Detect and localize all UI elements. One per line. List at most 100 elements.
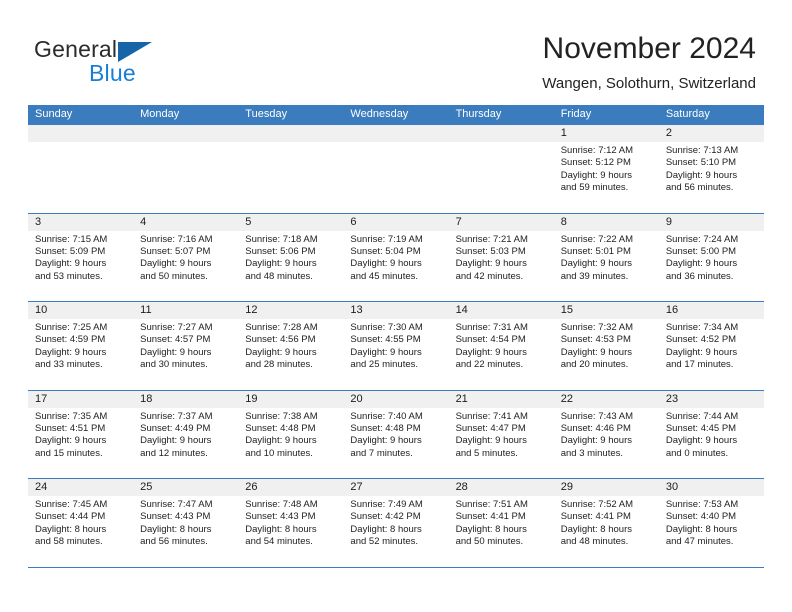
- day-number: 28: [455, 481, 468, 493]
- sunset-text: Sunset: 4:48 PM: [350, 422, 421, 434]
- page-subtitle: Wangen, Solothurn, Switzerland: [542, 75, 756, 92]
- day-cell[interactable]: 12 Sunrise: 7:28 AM Sunset: 4:56 PM Dayligh…: [238, 302, 344, 390]
- sunrise-text: Sunrise: 7:13 AM: [665, 145, 739, 156]
- sunrise-text: Sunrise: 7:34 AM: [665, 322, 739, 333]
- day-number-band: 30: [658, 479, 764, 496]
- day-cell[interactable]: 16 Sunrise: 7:34 AM Sunset: 4:52 PM Dayligh…: [658, 302, 764, 390]
- sunset-text: Sunset: 4:54 PM: [455, 334, 526, 346]
- sunset-text: Sunset: 4:40 PM: [665, 511, 737, 523]
- weekday-wednesday: Wednesday: [350, 108, 409, 120]
- day-info: Sunrise: 7:41 AM Sunset: 4:47 PM Daylight:…: [449, 408, 554, 461]
- daylight-text-line1: Daylight: 9 hours: [665, 435, 738, 447]
- weeks-container: 1 Sunrise: 7:12 AM Sunset: 5:12 PM Daylight…: [28, 124, 764, 568]
- daylight-text-line2: and 58 minutes.: [35, 536, 103, 548]
- day-cell[interactable]: 10 Sunrise: 7:25 AM Sunset: 4:59 PM Dayligh…: [28, 302, 134, 390]
- daylight-text-line2: and 45 minutes.: [350, 270, 419, 282]
- sunrise-text: Sunrise: 7:12 AM: [560, 145, 634, 156]
- day-cell[interactable]: 15 Sunrise: 7:32 AM Sunset: 4:53 PM Dayligh…: [553, 302, 659, 390]
- day-info: Sunrise: 7:19 AM Sunset: 5:04 PM Daylight:…: [343, 231, 448, 284]
- logo-triangle-icon: [118, 42, 152, 62]
- day-cell[interactable]: 11 Sunrise: 7:27 AM Sunset: 4:57 PM Dayligh…: [133, 302, 239, 390]
- week-row: 1 Sunrise: 7:12 AM Sunset: 5:12 PM Daylight…: [28, 124, 764, 213]
- day-cell[interactable]: 18 Sunrise: 7:37 AM Sunset: 4:49 PM Dayligh…: [133, 390, 239, 478]
- day-cell[interactable]: 14 Sunrise: 7:31 AM Sunset: 4:54 PM Dayligh…: [448, 302, 554, 390]
- daylight-text-line1: Daylight: 9 hours: [560, 258, 632, 270]
- day-number: 17: [35, 392, 48, 405]
- daylight-text-line1: Daylight: 9 hours: [455, 346, 527, 358]
- day-info: Sunrise: 7:15 AM Sunset: 5:09 PM Daylight:…: [28, 231, 133, 284]
- day-number: 27: [350, 481, 363, 493]
- day-cell[interactable]: 9 Sunrise: 7:24 AM Sunset: 5:00 PM Daylight…: [658, 213, 764, 301]
- daylight-text-line2: and 3 minutes.: [560, 447, 624, 459]
- day-info: Sunrise: 7:32 AM Sunset: 4:53 PM Daylight:…: [554, 319, 659, 372]
- day-cell[interactable]: 6 Sunrise: 7:19 AM Sunset: 5:04 PM Daylight…: [343, 213, 449, 301]
- daylight-text-line1: Daylight: 9 hours: [560, 169, 632, 181]
- daylight-text-line2: and 56 minutes.: [665, 182, 734, 194]
- calendar-grid: Sunday Monday Tuesday Wednesday Thursday…: [28, 105, 764, 568]
- sunset-text: Sunset: 4:53 PM: [560, 334, 631, 346]
- day-info: Sunrise: 7:21 AM Sunset: 5:03 PM Daylight:…: [449, 231, 554, 284]
- sunrise-text: Sunrise: 7:43 AM: [560, 410, 634, 422]
- day-cell[interactable]: 2 Sunrise: 7:13 AM Sunset: 5:10 PM Daylight…: [658, 125, 764, 213]
- day-cell[interactable]: 13 Sunrise: 7:30 AM Sunset: 4:55 PM Dayligh…: [343, 302, 449, 390]
- daylight-text-line2: and 17 minutes.: [665, 359, 734, 371]
- day-cell[interactable]: 8 Sunrise: 7:22 AM Sunset: 5:01 PM Daylight…: [553, 213, 659, 301]
- day-number: 8: [560, 215, 567, 228]
- general-blue-logo[interactable]: General Blue: [34, 36, 214, 90]
- daylight-text-line2: and 54 minutes.: [245, 536, 313, 548]
- day-cell[interactable]: 7 Sunrise: 7:21 AM Sunset: 5:03 PM Daylight…: [448, 213, 554, 301]
- day-cell[interactable]: 26 Sunrise: 7:48 AM Sunset: 4:43 PM Dayligh…: [238, 479, 344, 567]
- day-cell[interactable]: 20 Sunrise: 7:40 AM Sunset: 4:48 PM Dayligh…: [343, 390, 449, 478]
- day-info: Sunrise: 7:48 AM Sunset: 4:43 PM Daylight:…: [238, 496, 343, 549]
- day-info: Sunrise: 7:13 AM Sunset: 5:10 PM Daylight:…: [659, 142, 764, 195]
- day-cell[interactable]: 23 Sunrise: 7:44 AM Sunset: 4:45 PM Dayligh…: [658, 390, 764, 478]
- daylight-text-line2: and 10 minutes.: [245, 447, 313, 459]
- daylight-text-line1: Daylight: 9 hours: [245, 346, 317, 358]
- sunrise-text: Sunrise: 7:38 AM: [245, 410, 318, 422]
- day-cell[interactable]: 24 Sunrise: 7:45 AM Sunset: 4:44 PM Dayligh…: [28, 479, 134, 567]
- sunset-text: Sunset: 4:47 PM: [455, 422, 526, 434]
- sunset-text: Sunset: 5:04 PM: [350, 245, 421, 257]
- sunset-text: Sunset: 4:45 PM: [665, 422, 737, 434]
- day-number: 6: [350, 215, 357, 228]
- weekday-header-row: Sunday Monday Tuesday Wednesday Thursday…: [28, 105, 764, 124]
- day-cell[interactable]: 21 Sunrise: 7:41 AM Sunset: 4:47 PM Dayligh…: [448, 390, 554, 478]
- sunset-text: Sunset: 5:01 PM: [560, 245, 631, 257]
- sunset-text: Sunset: 4:41 PM: [560, 511, 631, 523]
- day-cell[interactable]: 17 Sunrise: 7:35 AM Sunset: 4:51 PM Dayligh…: [28, 390, 134, 478]
- day-cell[interactable]: 4 Sunrise: 7:16 AM Sunset: 5:07 PM Daylight…: [133, 213, 239, 301]
- sunset-text: Sunset: 4:57 PM: [140, 334, 211, 346]
- day-number-band: 3: [28, 213, 134, 231]
- daylight-text-line1: Daylight: 9 hours: [245, 435, 317, 447]
- day-cell[interactable]: 28 Sunrise: 7:51 AM Sunset: 4:41 PM Dayligh…: [448, 479, 554, 567]
- logo-text-general: General: [34, 36, 118, 62]
- sunrise-text: Sunrise: 7:37 AM: [140, 410, 213, 422]
- day-cell[interactable]: 19 Sunrise: 7:38 AM Sunset: 4:48 PM Dayligh…: [238, 390, 344, 478]
- day-number-band: 2: [658, 125, 764, 142]
- day-number-band: 12: [238, 302, 344, 319]
- day-cell[interactable]: 27 Sunrise: 7:49 AM Sunset: 4:42 PM Dayligh…: [343, 479, 449, 567]
- daylight-text-line1: Daylight: 9 hours: [140, 346, 212, 358]
- day-number-band: 15: [553, 302, 659, 319]
- day-cell[interactable]: 22 Sunrise: 7:43 AM Sunset: 4:46 PM Dayligh…: [553, 390, 659, 478]
- day-cell[interactable]: 29 Sunrise: 7:52 AM Sunset: 4:41 PM Dayligh…: [553, 479, 659, 567]
- sunset-text: Sunset: 5:03 PM: [455, 245, 526, 257]
- day-cell[interactable]: 1 Sunrise: 7:12 AM Sunset: 5:12 PM Daylight…: [553, 125, 659, 213]
- day-cell[interactable]: 3 Sunrise: 7:15 AM Sunset: 5:09 PM Daylight…: [28, 213, 134, 301]
- weekday-saturday: Saturday: [665, 108, 710, 120]
- day-info: Sunrise: 7:44 AM Sunset: 4:45 PM Daylight:…: [659, 408, 764, 461]
- day-number: 13: [350, 304, 363, 316]
- day-cell[interactable]: 5 Sunrise: 7:18 AM Sunset: 5:06 PM Daylight…: [238, 213, 344, 301]
- day-number-band: 14: [448, 302, 554, 319]
- daylight-text-line2: and 48 minutes.: [245, 270, 313, 282]
- day-cell[interactable]: 25 Sunrise: 7:47 AM Sunset: 4:43 PM Dayligh…: [133, 479, 239, 567]
- sunrise-text: Sunrise: 7:51 AM: [455, 499, 528, 510]
- day-number: 23: [665, 392, 679, 405]
- daylight-text-line1: Daylight: 9 hours: [35, 346, 107, 358]
- day-cell[interactable]: 30 Sunrise: 7:53 AM Sunset: 4:40 PM Dayligh…: [658, 479, 764, 567]
- day-cell-empty: [133, 125, 239, 213]
- daylight-text-line1: Daylight: 8 hours: [350, 523, 422, 535]
- calendar-page: General Blue November 2024 Wangen, Solot…: [0, 0, 792, 612]
- daylight-text-line1: Daylight: 8 hours: [140, 523, 212, 535]
- daylight-text-line1: Daylight: 8 hours: [245, 523, 317, 535]
